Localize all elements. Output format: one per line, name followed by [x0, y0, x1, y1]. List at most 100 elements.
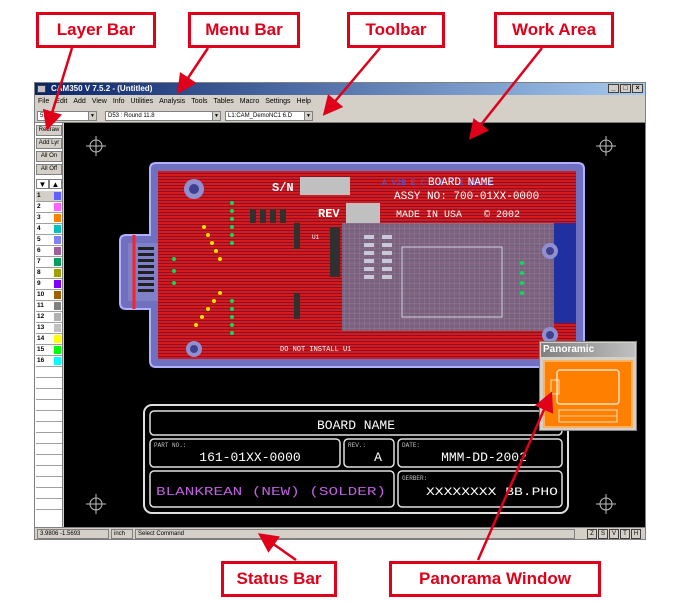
layer-row-11[interactable]: 11	[36, 301, 62, 312]
layer-color-swatch[interactable]	[54, 324, 61, 332]
layer-color-swatch[interactable]	[54, 225, 61, 233]
layer-color-swatch[interactable]	[54, 357, 61, 365]
target-mark	[86, 494, 106, 514]
layer-color-swatch[interactable]	[54, 203, 61, 211]
menu-help[interactable]: Help	[297, 96, 311, 108]
layer-color-swatch[interactable]	[54, 313, 61, 321]
layer-row-13[interactable]: 13	[36, 323, 62, 334]
layer-number: 2	[37, 203, 41, 210]
add-layer-button[interactable]: Add Lyr	[36, 138, 62, 149]
menu-add[interactable]: Add	[73, 96, 85, 108]
layer-row-2[interactable]: 2	[36, 202, 62, 213]
layer-select[interactable]: L1:CAM_DemoNC1 6.D ▼	[225, 111, 313, 121]
layer-color-swatch[interactable]	[54, 258, 61, 266]
menu-analysis[interactable]: Analysis	[159, 96, 185, 108]
status-bar: 3.9806 -1.5693 inch Select Command Z S V…	[35, 527, 645, 539]
chevron-down-icon[interactable]: ▼	[212, 112, 220, 120]
layer-number: 15	[37, 346, 45, 353]
close-button[interactable]: ×	[632, 84, 643, 93]
status-button-h[interactable]: H	[631, 529, 641, 539]
layer-row-empty	[36, 477, 62, 488]
chevron-down-icon[interactable]: ▼	[304, 112, 312, 120]
layer-number: 9	[37, 280, 41, 287]
layer-row-empty	[36, 455, 62, 466]
layer-select-value: L1:CAM_DemoNC1 6.D	[228, 113, 293, 119]
layer-row-10[interactable]: 10	[36, 290, 62, 301]
layer-number: 16	[37, 357, 45, 364]
menu-edit[interactable]: Edit	[55, 96, 67, 108]
dcode-select[interactable]: D53 : Round 11.8 ▼	[105, 111, 221, 121]
layer-scroll: ▼ ▲	[36, 179, 62, 189]
layer-row-empty	[36, 367, 62, 378]
date-cell-value: MMM-DD-2002	[441, 450, 527, 465]
layer-color-swatch[interactable]	[54, 335, 61, 343]
menu-view[interactable]: View	[92, 96, 107, 108]
dcode-select-value: D53 : Round 11.8	[108, 113, 155, 119]
panorama-view[interactable]	[543, 360, 633, 428]
layer-row-15[interactable]: 15	[36, 345, 62, 356]
layer-color-swatch[interactable]	[54, 302, 61, 310]
all-on-button[interactable]: All On	[36, 151, 62, 162]
blue-plane	[554, 223, 576, 323]
callout-panorama-window: Panorama Window	[389, 561, 601, 597]
panorama-window[interactable]: Panoramic	[539, 341, 637, 431]
panorama-title[interactable]: Panoramic	[541, 343, 635, 357]
callout-layer-bar: Layer Bar	[36, 12, 156, 48]
status-button-s[interactable]: S	[598, 529, 608, 539]
maximize-button[interactable]: □	[620, 84, 631, 93]
board-assy: ASSY NO: 700-01XX-0000	[394, 191, 539, 203]
layer-row-7[interactable]: 7	[36, 257, 62, 268]
grid-select[interactable]: 5.0 ▼	[37, 111, 97, 121]
layer-row-4[interactable]: 4	[36, 224, 62, 235]
redraw-button[interactable]: Redraw	[36, 125, 62, 136]
status-button-t[interactable]: T	[620, 529, 630, 539]
scroll-down-icon[interactable]: ▼	[36, 179, 49, 189]
title-bar: CAM350 V 7.5.2 - (Untitled) _ □ ×	[35, 83, 645, 95]
serial-number-box	[300, 177, 350, 195]
layer-row-16[interactable]: 16	[36, 356, 62, 367]
status-button-v[interactable]: V	[609, 529, 619, 539]
status-message: Select Command	[135, 529, 575, 539]
layer-row-3[interactable]: 3	[36, 213, 62, 224]
layer-color-swatch[interactable]	[54, 214, 61, 222]
menu-utilities[interactable]: Utilities	[131, 96, 154, 108]
mounting-hole	[542, 243, 558, 259]
layer-color-swatch[interactable]	[54, 192, 61, 200]
menu-tables[interactable]: Tables	[214, 96, 234, 108]
pcb-canvas[interactable]: S/N REV A V2B E C L R T E (DEE) BOARD NA…	[64, 123, 645, 527]
menu-info[interactable]: Info	[113, 96, 125, 108]
minimize-button[interactable]: _	[608, 84, 619, 93]
menu-file[interactable]: File	[38, 96, 49, 108]
layer-row-1[interactable]: 1	[36, 191, 62, 202]
layer-row-empty	[36, 444, 62, 455]
scroll-up-icon[interactable]: ▲	[49, 179, 62, 189]
layer-color-swatch[interactable]	[54, 236, 61, 244]
menu-settings[interactable]: Settings	[265, 96, 290, 108]
status-button-z[interactable]: Z	[587, 529, 597, 539]
layer-row-5[interactable]: 5	[36, 235, 62, 246]
layer-row-8[interactable]: 8	[36, 268, 62, 279]
menu-tools[interactable]: Tools	[191, 96, 207, 108]
panorama-thumbnail	[550, 369, 620, 423]
all-off-button[interactable]: All Off	[36, 164, 62, 175]
app-window: CAM350 V 7.5.2 - (Untitled) _ □ × File E…	[34, 82, 646, 540]
menu-macro[interactable]: Macro	[240, 96, 259, 108]
layer-color-swatch[interactable]	[54, 269, 61, 277]
layer-row-9[interactable]: 9	[36, 279, 62, 290]
callout-work-area: Work Area	[494, 12, 614, 48]
layer-row-empty	[36, 400, 62, 411]
layer-color-swatch[interactable]	[54, 346, 61, 354]
coordinate-readout: 3.9806 -1.5693	[37, 529, 109, 539]
chevron-down-icon[interactable]: ▼	[88, 112, 96, 120]
layer-color-swatch[interactable]	[54, 247, 61, 255]
layer-row-empty	[36, 411, 62, 422]
layer-color-swatch[interactable]	[54, 280, 61, 288]
work-area[interactable]: S/N REV A V2B E C L R T E (DEE) BOARD NA…	[64, 123, 645, 527]
layer-number: 8	[37, 269, 41, 276]
layer-row-14[interactable]: 14	[36, 334, 62, 345]
layer-color-swatch[interactable]	[54, 291, 61, 299]
layer-row-12[interactable]: 12	[36, 312, 62, 323]
layer-row-empty	[36, 433, 62, 444]
layer-row-6[interactable]: 6	[36, 246, 62, 257]
callout-toolbar: Toolbar	[347, 12, 445, 48]
